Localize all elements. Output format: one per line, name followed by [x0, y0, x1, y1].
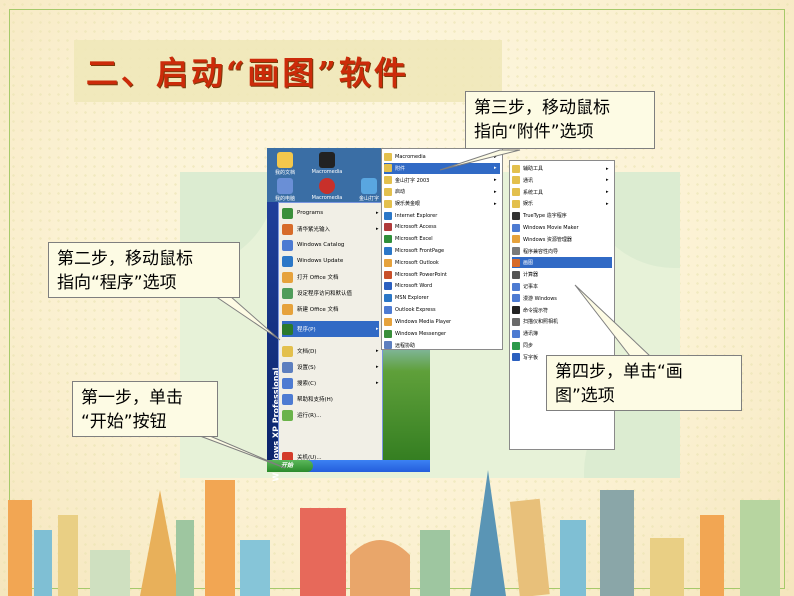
building	[560, 520, 586, 596]
callout-step1: 第一步，单击 “开始”按钮	[72, 381, 218, 437]
step3-pointer	[439, 149, 521, 171]
step4-pointer	[574, 284, 652, 357]
building	[176, 520, 194, 596]
building	[420, 530, 450, 596]
building	[205, 480, 235, 596]
building	[58, 515, 78, 596]
tower	[470, 470, 506, 596]
building	[740, 500, 780, 596]
building	[700, 515, 724, 596]
leaning-tower	[509, 498, 550, 596]
building	[240, 540, 270, 596]
callout-step2: 第二步，移动鼠标 指向“程序”选项	[48, 242, 240, 298]
callout-step3: 第三步，移动鼠标 指向“附件”选项	[465, 91, 655, 149]
dome-building	[350, 540, 410, 596]
building	[90, 550, 130, 596]
building	[300, 508, 346, 596]
building	[34, 530, 52, 596]
building	[600, 490, 634, 596]
city-skyline-illustration	[8, 470, 780, 596]
slide: 二、启动“画图”软件 我的文档 Macromedia 我的电脑 Macromed…	[0, 0, 794, 596]
step2-pointer	[213, 295, 281, 341]
building	[650, 538, 684, 596]
building	[8, 500, 32, 596]
callout-step4: 第四步，单击“画 图”选项	[546, 355, 742, 411]
tower	[140, 490, 180, 596]
